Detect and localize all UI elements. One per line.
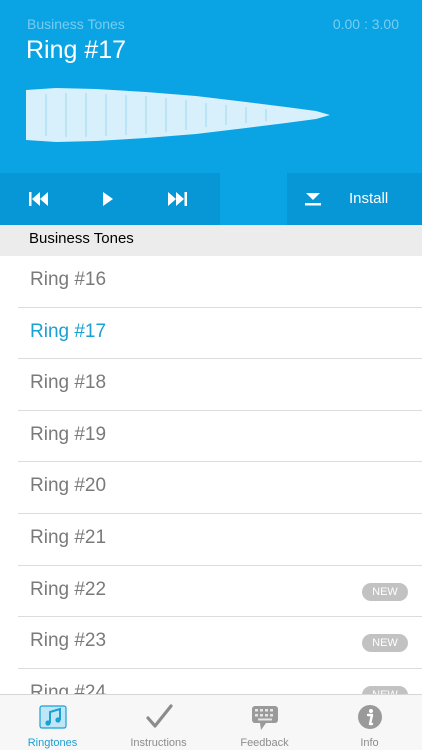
new-badge: NEW bbox=[362, 685, 408, 694]
list-item-label: Ring #22 bbox=[30, 578, 107, 600]
skip-back-icon bbox=[29, 192, 48, 206]
skip-forward-icon bbox=[168, 192, 187, 206]
install-button[interactable]: Install bbox=[287, 173, 422, 225]
tab-label: Feedback bbox=[240, 737, 289, 749]
checkmark-icon bbox=[145, 704, 173, 728]
tab-label: Info bbox=[360, 737, 379, 749]
playback-time: 0.00 : 3.00 bbox=[332, 16, 399, 32]
list-item-label: Ring #24 bbox=[30, 681, 107, 694]
info-icon bbox=[357, 705, 382, 729]
tab-ringtones[interactable]: Ringtones bbox=[0, 695, 105, 750]
list-item-selected[interactable]: Ring #17 bbox=[18, 308, 422, 360]
list-item[interactable]: Ring #22 NEW bbox=[18, 566, 422, 618]
player-category: Business Tones bbox=[27, 16, 125, 32]
new-badge: NEW bbox=[362, 634, 408, 653]
play-icon bbox=[103, 192, 113, 206]
list-item[interactable]: Ring #21 bbox=[18, 514, 422, 566]
list-item[interactable]: Ring #23 NEW bbox=[18, 617, 422, 669]
playback-controls bbox=[0, 173, 220, 225]
tab-label: Ringtones bbox=[27, 737, 78, 749]
list-item-label: Ring #23 bbox=[30, 630, 107, 652]
list-item-label: Ring #21 bbox=[30, 527, 107, 548]
next-button[interactable] bbox=[149, 173, 205, 225]
ringtone-list: Ring #16 Ring #17 Ring #18 Ring #19 Ring… bbox=[0, 256, 422, 694]
list-item[interactable]: Ring #20 bbox=[18, 462, 422, 514]
install-label: Install bbox=[349, 190, 389, 207]
list-item-label: Ring #17 bbox=[30, 320, 107, 342]
list-item-label: Ring #18 bbox=[30, 372, 107, 394]
tab-bar: Ringtones Instructions Feedback Info bbox=[0, 694, 422, 750]
new-badge: NEW bbox=[362, 582, 408, 601]
list-item-label: Ring #16 bbox=[30, 269, 107, 290]
tab-info[interactable]: Info bbox=[317, 695, 422, 750]
tab-instructions[interactable]: Instructions bbox=[106, 695, 211, 750]
list-item[interactable]: Ring #24 NEW bbox=[18, 669, 422, 694]
section-title: Business Tones bbox=[29, 230, 134, 247]
keyboard-bubble-icon bbox=[251, 706, 278, 730]
tab-label: Instructions bbox=[130, 737, 187, 749]
music-note-icon bbox=[38, 705, 67, 729]
tab-feedback[interactable]: Feedback bbox=[212, 695, 317, 750]
list-item-label: Ring #20 bbox=[30, 475, 107, 497]
waveform[interactable] bbox=[26, 86, 330, 144]
track-title: Ring #17 bbox=[26, 36, 127, 64]
list-item-label: Ring #19 bbox=[30, 423, 107, 445]
list-item[interactable]: Ring #18 bbox=[18, 359, 422, 411]
download-icon bbox=[305, 193, 321, 206]
play-button[interactable] bbox=[80, 173, 136, 225]
section-header: Business Tones bbox=[0, 225, 422, 256]
list-item[interactable]: Ring #16 bbox=[18, 256, 422, 308]
previous-button[interactable] bbox=[11, 173, 67, 225]
list-item[interactable]: Ring #19 bbox=[18, 411, 422, 463]
